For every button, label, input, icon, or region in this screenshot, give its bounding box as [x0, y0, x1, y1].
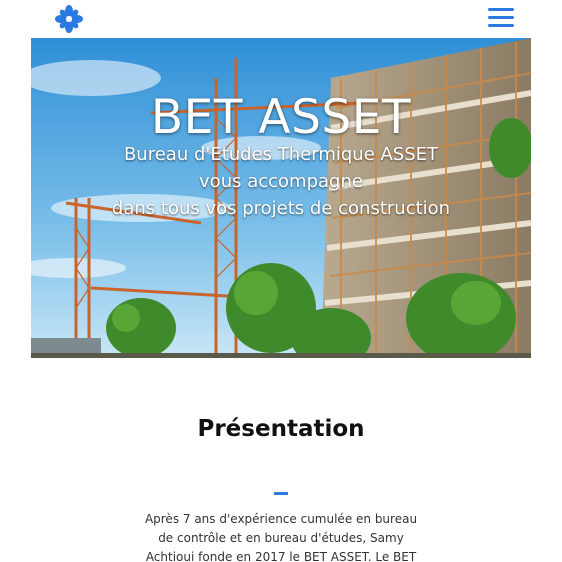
hamburger-menu-icon[interactable] — [488, 6, 516, 30]
presentation-title: Présentation — [197, 416, 365, 442]
flower-logo-icon[interactable] — [54, 4, 84, 34]
hero-subtitle-line-2: vous accompagne — [199, 171, 363, 192]
presentation-text-line-1: Après 7 ans d'expérience cumulée en bure… — [144, 512, 418, 526]
section-divider — [274, 492, 288, 495]
hero-title: BET ASSET — [150, 90, 412, 145]
hero-subtitle-line-3: dans tous vos projets de construction — [111, 198, 451, 219]
hero-banner: BET ASSET Bureau d'Etudes Thermique ASSE… — [31, 38, 531, 358]
page: BET ASSET Bureau d'Etudes Thermique ASSE… — [0, 0, 562, 562]
presentation-text-line-3: Achtioui fonde en 2017 le BET ASSET. Le … — [145, 550, 417, 562]
presentation-text-line-2: de contrôle et en bureau d'études, Samy — [158, 531, 404, 545]
top-navigation-bar — [0, 0, 562, 38]
hero-subtitle-line-1: Bureau d'Etudes Thermique ASSET — [123, 144, 439, 165]
